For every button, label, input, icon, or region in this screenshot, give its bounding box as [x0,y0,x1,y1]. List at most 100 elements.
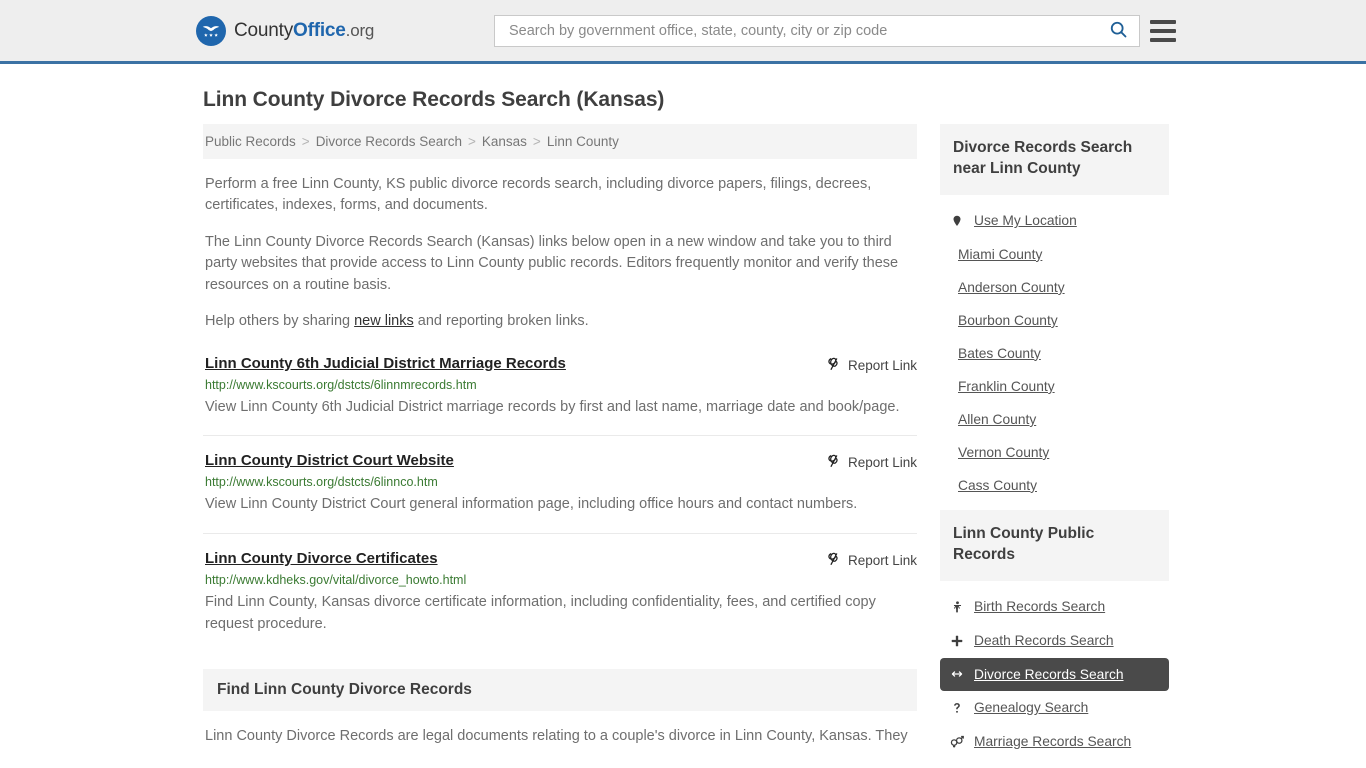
sidebar-nearby-cass-county[interactable]: Cass County [940,469,1169,502]
breadcrumb-item-4[interactable]: Linn County [547,134,619,149]
find-records-body: Linn County Divorce Records are legal do… [205,727,908,744]
left-right-arrow-icon [949,667,965,681]
breadcrumb-separator: > [301,134,310,149]
list-item: Birth Records Search [940,590,1169,624]
baby-icon [949,599,965,615]
list-item: Allen County [940,403,1169,436]
result-url: http://www.kscourts.org/dstcts/6linnco.h… [205,475,438,490]
nearby-counties-heading: Divorce Records Search near Linn County [953,139,1133,177]
report-link-button[interactable]: Report Link [825,453,917,472]
sidebar-record-genealogy-search[interactable]: Genealogy Search [940,691,1169,725]
result-title-link[interactable]: Linn County 6th Judicial District Marria… [205,355,566,372]
cross-icon [949,633,965,649]
logo-text-office: Office [293,19,346,41]
search-icon [1108,19,1129,43]
share-text-before: Help others by sharing [205,313,355,330]
public-records-heading: Linn County Public Records [953,524,1095,563]
sidebar: Divorce Records Search near Linn County … [940,124,1169,766]
report-link-label: Report Link [847,552,917,568]
list-item: Bates County [940,337,1169,370]
sidebar-item-label: Use My Location [974,213,1077,229]
public-records-list: Birth Records Search Death Records Search… [940,581,1169,758]
main-content: Public Records > Divorce Records Search > Ka… [203,124,917,747]
sidebar-nearby-miami-county[interactable]: Miami County [940,238,1169,271]
list-item: Vernon County [940,436,1169,469]
sidebar-item-label: Bates County [958,345,1041,361]
intro-paragraph-3: Help others by sharing new links and rep… [205,311,911,332]
result-item: Linn County Divorce Certificates Report L… [203,550,917,653]
sidebar-item-label: Allen County [958,411,1037,427]
list-item: Marriage Records Search [940,725,1169,758]
result-description: Find Linn County, Kansas divorce certifi… [205,593,876,633]
gender-symbols-icon [949,734,965,749]
list-item: Franklin County [940,370,1169,403]
find-records-heading: Find Linn County Divorce Records [217,680,472,698]
breadcrumb-separator: > [468,134,476,149]
nearby-counties-header: Divorce Records Search near Linn County [940,124,1169,195]
sidebar-item-label: Vernon County [958,444,1050,460]
sidebar-nearby-allen-county[interactable]: Allen County [940,403,1169,436]
report-link-button[interactable]: Report Link [825,551,917,570]
sidebar-record-marriage-records-search[interactable]: Marriage Records Search [940,725,1169,758]
sidebar-item-label: Anderson County [958,279,1065,295]
search-button[interactable] [1106,19,1131,43]
search-input[interactable] [507,21,1106,40]
list-item: Cass County [940,469,1169,502]
sidebar-item-label: Divorce Records Search [974,666,1124,682]
search-bar[interactable] [494,14,1140,47]
sidebar-nearby-bourbon-county[interactable]: Bourbon County [940,304,1169,337]
result-title-link[interactable]: Linn County Divorce Certificates [205,550,438,567]
sidebar-nearby-vernon-county[interactable]: Vernon County [940,436,1169,469]
eagle-shield-logo-icon [196,15,226,46]
site-logo-link[interactable]: CountyOffice.org [196,15,375,46]
sidebar-nearby-franklin-county[interactable]: Franklin County [940,370,1169,403]
sidebar-item-label: Cass County [958,477,1037,493]
breadcrumb-item-2[interactable]: Divorce Records Search [316,134,462,149]
list-item: Divorce Records Search [940,657,1169,691]
sidebar-item-label: Miami County [958,246,1043,262]
hamburger-bar-3 [1150,37,1176,42]
list-item: Bourbon County [940,304,1169,337]
list-item: Anderson County [940,271,1169,304]
sidebar-nearby-anderson-county[interactable]: Anderson County [940,271,1169,304]
sidebar-nearby-bates-county[interactable]: Bates County [940,337,1169,370]
result-title-link[interactable]: Linn County District Court Website [205,452,454,469]
result-item: Linn County 6th Judicial District Marria… [203,355,917,437]
breadcrumb-item-1[interactable]: Public Records [205,134,296,149]
result-description: View Linn County 6th Judicial District m… [205,398,900,415]
find-records-section-header: Find Linn County Divorce Records [203,668,917,711]
hamburger-menu-button[interactable] [1150,19,1176,42]
site-header: CountyOffice.org [0,0,1366,64]
sidebar-item-label: Genealogy Search [974,700,1089,716]
map-pin-icon [949,213,965,229]
breadcrumb: Public Records > Divorce Records Search > Ka… [203,124,917,159]
public-records-panel: Linn County Public Records Birth Records… [940,509,1169,758]
new-links-link[interactable]: new links [354,313,414,329]
sidebar-item-label: Death Records Search [974,633,1114,649]
breadcrumb-item-3[interactable]: Kansas [482,134,527,149]
intro-paragraph-2: The Linn County Divorce Records Search (… [205,233,899,293]
broken-link-icon [825,356,841,375]
sidebar-record-birth-records-search[interactable]: Birth Records Search [940,590,1169,624]
logo-text-tld: .org [345,20,375,40]
list-item: Genealogy Search [940,691,1169,725]
nearby-counties-list: Use My Location Miami County Anderson Coun… [940,195,1169,502]
result-item: Linn County District Court Website Report… [203,452,917,534]
public-records-header: Linn County Public Records [940,509,1169,581]
result-description: View Linn County District Court general … [205,496,858,513]
hamburger-bar-1 [1150,19,1176,24]
nearby-counties-panel: Divorce Records Search near Linn County … [940,124,1169,502]
broken-link-icon [825,551,841,570]
results-list: Linn County 6th Judicial District Marria… [203,355,917,653]
sidebar-item-label: Bourbon County [958,312,1058,328]
list-item: Death Records Search [940,624,1169,658]
report-link-label: Report Link [847,455,917,471]
sidebar-record-divorce-records-search[interactable]: Divorce Records Search [940,657,1169,691]
result-url: http://www.kdheks.gov/vital/divorce_howt… [205,572,467,587]
report-link-button[interactable]: Report Link [825,356,917,375]
sidebar-nearby-use-my-location[interactable]: Use My Location [940,204,1169,238]
sidebar-record-death-records-search[interactable]: Death Records Search [940,624,1169,658]
sidebar-item-label: Birth Records Search [974,599,1106,615]
question-mark-icon [949,700,965,716]
intro-paragraph-1: Perform a free Linn County, KS public di… [205,176,872,214]
